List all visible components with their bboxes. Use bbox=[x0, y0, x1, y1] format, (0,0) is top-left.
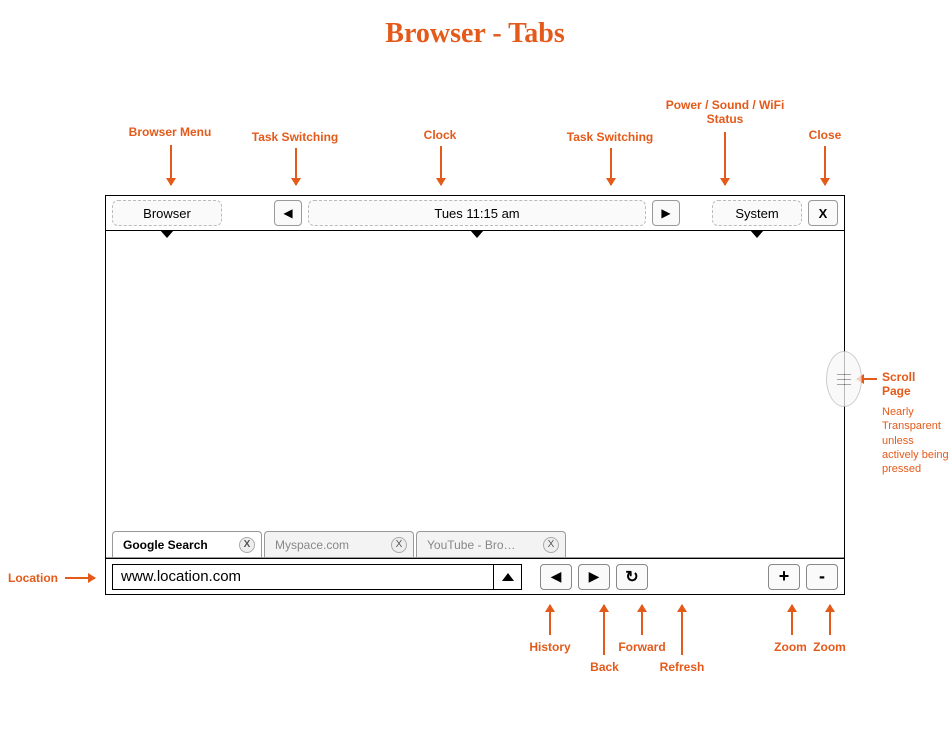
grip-line-icon bbox=[837, 374, 851, 375]
arrow-icon bbox=[724, 132, 726, 185]
grip-line-icon bbox=[837, 379, 851, 380]
triangle-right-icon: ▶ bbox=[589, 568, 600, 585]
back-button[interactable]: ◀ bbox=[540, 564, 572, 590]
arrow-icon bbox=[549, 605, 551, 635]
tab-youtube[interactable]: YouTube - Bro… X bbox=[416, 531, 566, 557]
tab-bar: Google Search X Myspace.com X YouTube - … bbox=[106, 526, 844, 558]
zoom-in-button[interactable]: + bbox=[768, 564, 800, 590]
triangle-right-icon: ▶ bbox=[661, 206, 670, 220]
ann-forward: Forward bbox=[617, 640, 667, 654]
location-input[interactable] bbox=[113, 565, 493, 589]
arrow-icon bbox=[641, 605, 643, 635]
ann-scroll-note: Nearly Transparent unless actively being… bbox=[882, 405, 950, 476]
browser-window: Browser ◀ Tues 11:15 am ▶ System X bbox=[105, 195, 845, 595]
top-bar: Browser ◀ Tues 11:15 am ▶ System X bbox=[106, 196, 844, 231]
clock-label: Tues 11:15 am bbox=[434, 206, 519, 221]
ann-clock: Clock bbox=[410, 128, 470, 142]
ann-zoom-out: Zoom bbox=[807, 640, 852, 654]
forward-button[interactable]: ▶ bbox=[578, 564, 610, 590]
page-title: Browser - Tabs bbox=[0, 0, 950, 50]
tab-close-button[interactable]: X bbox=[543, 537, 559, 553]
tab-label: Myspace.com bbox=[275, 538, 383, 552]
scroll-handle[interactable] bbox=[826, 351, 862, 407]
refresh-button[interactable]: ↻ bbox=[616, 564, 648, 590]
tab-label: YouTube - Bro… bbox=[427, 538, 535, 552]
arrow-icon bbox=[829, 605, 831, 635]
ann-location: Location bbox=[8, 571, 63, 585]
tab-label: Google Search bbox=[123, 538, 231, 552]
system-menu-button[interactable]: System bbox=[712, 200, 802, 226]
task-prev-button[interactable]: ◀ bbox=[274, 200, 302, 226]
ann-scroll-page: Scroll Page bbox=[882, 370, 942, 399]
grip-line-icon bbox=[837, 384, 851, 385]
arrow-icon bbox=[603, 605, 605, 655]
history-dropdown-button[interactable] bbox=[493, 565, 521, 589]
clock-button[interactable]: Tues 11:15 am bbox=[308, 200, 646, 226]
refresh-icon: ↻ bbox=[625, 567, 638, 587]
tab-close-button[interactable]: X bbox=[391, 537, 407, 553]
triangle-up-icon bbox=[502, 573, 514, 581]
system-menu-label: System bbox=[735, 206, 778, 221]
arrow-icon bbox=[295, 148, 297, 185]
bottom-bar: ◀ ▶ ↻ + - bbox=[106, 558, 844, 594]
close-icon: X bbox=[819, 206, 828, 221]
close-button[interactable]: X bbox=[808, 200, 838, 226]
location-bar bbox=[112, 564, 522, 590]
ann-browser-menu: Browser Menu bbox=[120, 125, 220, 139]
ann-close: Close bbox=[800, 128, 850, 142]
browser-menu-button[interactable]: Browser bbox=[112, 200, 222, 226]
triangle-left-icon: ◀ bbox=[283, 206, 292, 220]
ann-history: History bbox=[525, 640, 575, 654]
arrow-icon bbox=[610, 148, 612, 185]
ann-back: Back bbox=[582, 660, 627, 674]
ann-refresh: Refresh bbox=[657, 660, 707, 674]
plus-icon: + bbox=[779, 566, 790, 587]
ann-task-switching-left: Task Switching bbox=[245, 130, 345, 144]
content-area bbox=[106, 231, 844, 526]
ann-task-switching-right: Task Switching bbox=[560, 130, 660, 144]
arrow-icon bbox=[440, 146, 442, 185]
browser-menu-label: Browser bbox=[143, 206, 191, 221]
arrow-icon bbox=[791, 605, 793, 635]
task-next-button[interactable]: ▶ bbox=[652, 200, 680, 226]
triangle-left-icon: ◀ bbox=[551, 568, 562, 585]
arrow-icon bbox=[170, 145, 172, 185]
tab-google-search[interactable]: Google Search X bbox=[112, 531, 262, 557]
arrow-icon bbox=[65, 577, 95, 579]
tab-myspace[interactable]: Myspace.com X bbox=[264, 531, 414, 557]
arrow-icon bbox=[824, 146, 826, 185]
tab-close-button[interactable]: X bbox=[239, 537, 255, 553]
minus-icon: - bbox=[819, 566, 825, 587]
zoom-out-button[interactable]: - bbox=[806, 564, 838, 590]
ann-power-sound-wifi: Power / Sound / WiFi Status bbox=[660, 98, 790, 127]
arrow-icon bbox=[681, 605, 683, 655]
